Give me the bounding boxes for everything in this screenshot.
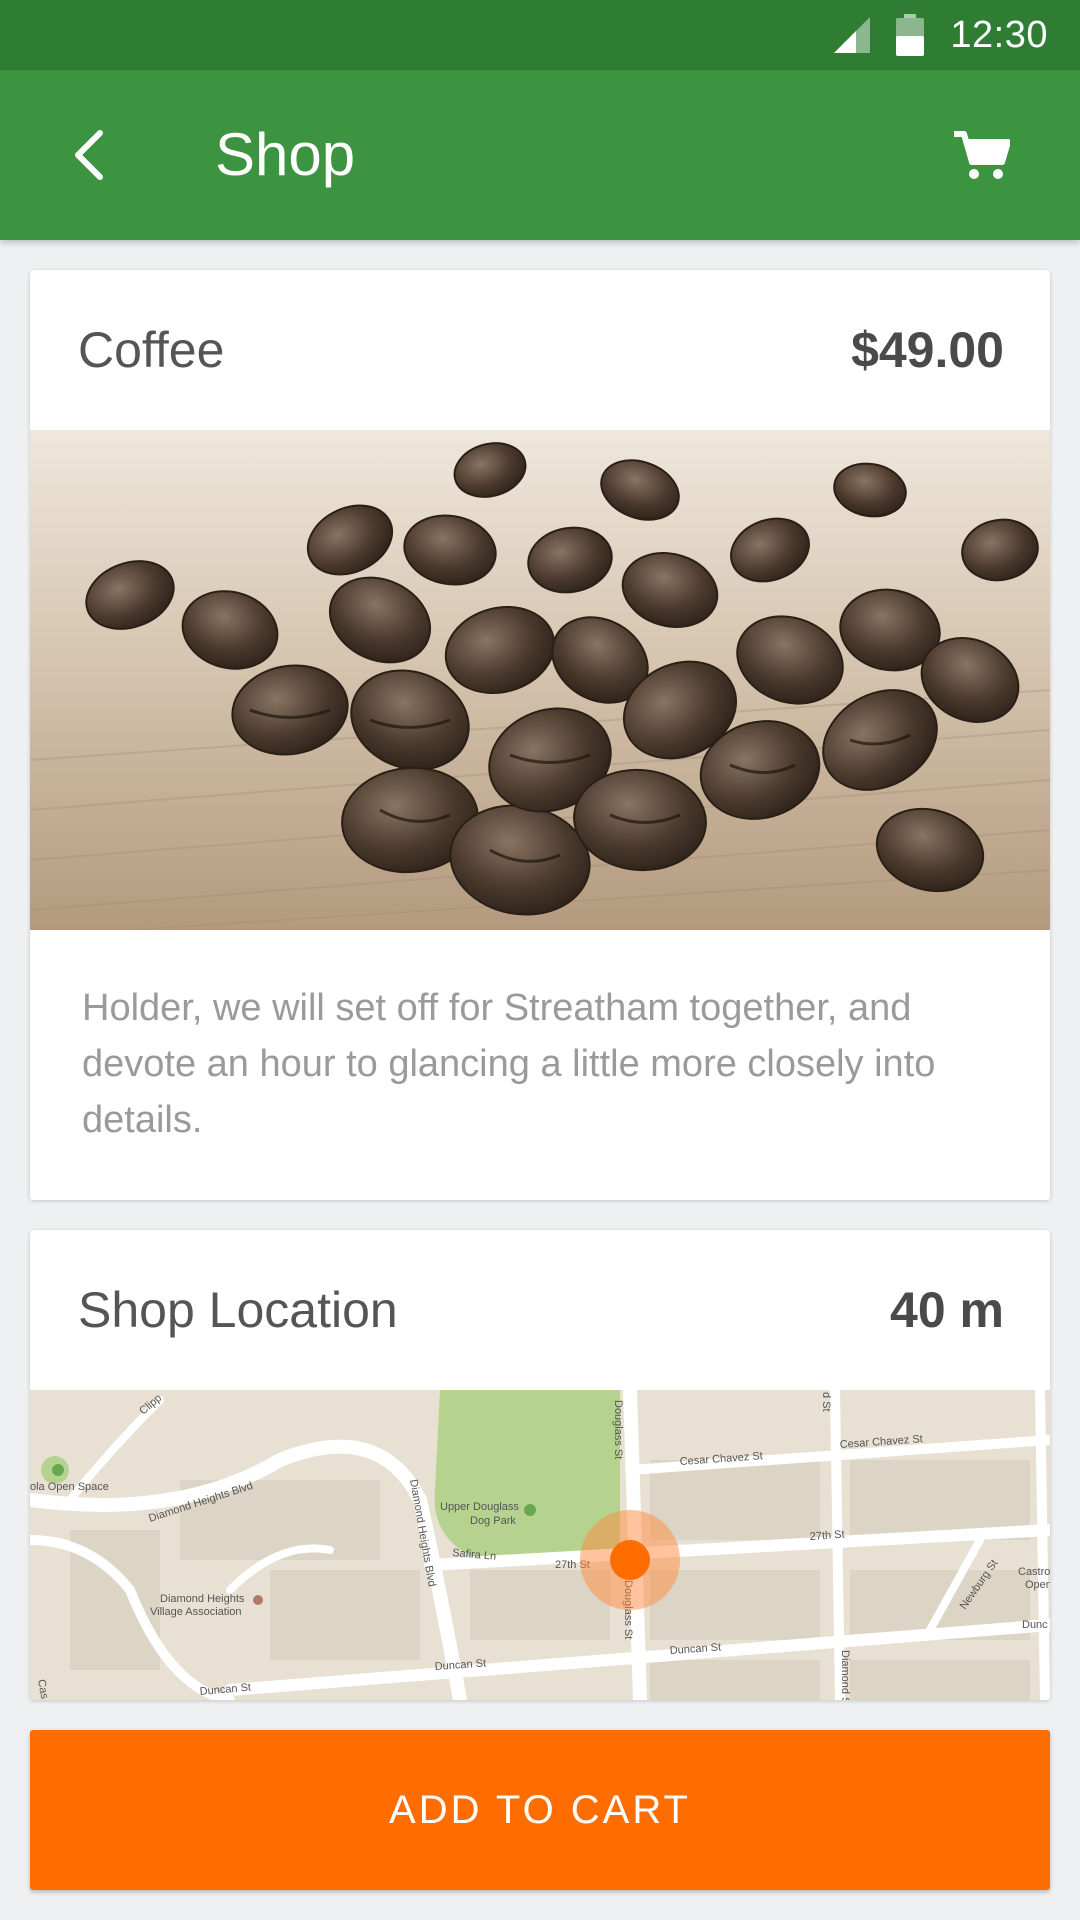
app-bar: Shop [0,70,1080,240]
map-label-open-space: ola Open Space [30,1481,109,1493]
map-label-upper-douglass: Upper Douglass [440,1501,519,1513]
status-bar: 12:30 [0,0,1080,70]
add-to-cart-button[interactable]: ADD TO CART [30,1730,1050,1890]
battery-icon [896,14,925,56]
place-marker-icon [253,1595,263,1605]
back-button[interactable] [50,115,130,195]
status-time: 12:30 [950,13,1048,56]
map-label-village-association: Village Association [150,1606,242,1618]
product-name: Coffee [78,322,225,378]
signal-icon [834,17,871,53]
map-label-diamond-st: Diamond St [839,1650,851,1700]
park-marker-icon [524,1504,536,1516]
shopping-cart-icon [954,131,1010,179]
page-title: Shop [215,121,356,188]
shop-map[interactable]: Douglass St Cesar Chavez St Cesar Chavez… [30,1390,1050,1700]
coffee-beans-image [30,430,1050,930]
map-label-castro: Castro [1018,1566,1050,1578]
cart-button[interactable] [946,122,1016,188]
arrow-back-icon [75,130,103,180]
park-marker-icon [52,1464,64,1476]
location-card: Shop Location 40 m Douglass St Cesar Cha… [30,1230,1050,1700]
product-header: Coffee $49.00 [30,270,1050,430]
map-label-diamond-heights: Diamond Heights [160,1593,245,1605]
location-header: Shop Location 40 m [30,1230,1050,1390]
map-label-douglass-st: Douglass St [612,1400,624,1459]
location-title: Shop Location [78,1282,398,1338]
map-label-castro-open: Open [1025,1579,1050,1591]
product-price: $49.00 [851,322,1004,378]
location-distance: 40 m [890,1282,1004,1338]
location-pin-icon [610,1540,650,1580]
product-card: Coffee $49.00 Holder, we will set off fo… [30,270,1050,1200]
map-label-dunc: Dunc [1022,1619,1048,1631]
product-description: Holder, we will set off for Streatham to… [82,987,936,1141]
map-label-top-st: d St [820,1392,832,1412]
map-label-dog-park: Dog Park [470,1515,516,1527]
map-label-27th-st-2: 27th St [809,1529,845,1543]
